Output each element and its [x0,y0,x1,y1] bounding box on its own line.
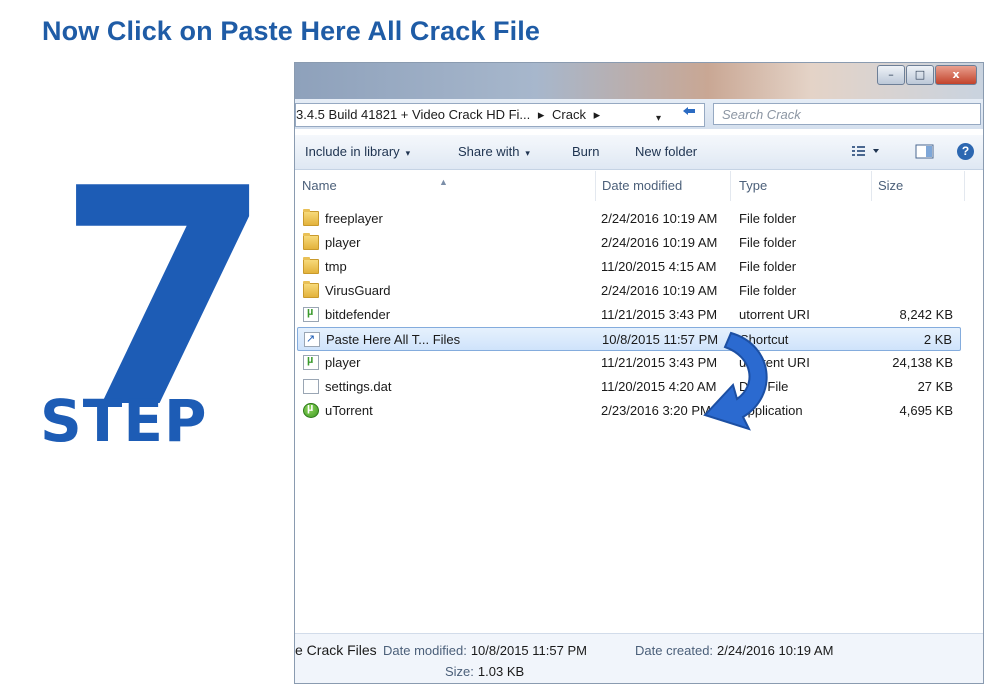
column-date-label: Date modified [602,178,683,193]
file-date: 2/24/2016 10:19 AM [601,211,718,226]
include-in-library-button[interactable]: Include in library ▾ [305,135,410,169]
size-label: Size: [445,664,474,679]
date-created-value: 2/24/2016 10:19 AM [717,643,834,658]
file-size: 27 KB [917,379,953,394]
file-name: player [325,235,361,250]
size-info: Size: 1.03 KB [445,664,524,679]
column-size[interactable]: Size [872,171,965,201]
minimize-button[interactable]: – [877,65,905,85]
file-row[interactable]: player 11/21/2015 3:43 PM utorrent URI 2… [297,351,961,375]
address-bar[interactable]: 3.4.5 Build 41821 + Video Crack HD Fi...… [295,103,705,127]
new-folder-button[interactable]: New folder [635,135,697,169]
file-name: bitdefender [325,307,391,322]
column-size-label: Size [878,178,904,193]
include-in-library-label: Include in library [305,144,400,159]
file-date: 11/20/2015 4:15 AM [601,259,717,274]
file-row[interactable]: freeplayer 2/24/2016 10:19 AM File folde… [297,207,961,231]
sort-up-icon: ▲ [439,177,448,187]
close-button[interactable]: x [935,65,977,85]
file-name: VirusGuard [325,283,391,298]
chevron-down-icon: ▾ [405,148,411,158]
share-with-button[interactable]: Share with ▾ [458,135,530,169]
file-row-selected[interactable]: Paste Here All T... Files 10/8/2015 11:5… [297,327,961,351]
step-label: STEP [40,387,208,455]
window-controls: – □ x [876,65,977,85]
utorrent-app-icon [303,402,319,418]
breadcrumb-separator-icon[interactable]: ▸ [594,107,601,122]
utorrent-uri-icon [303,354,319,370]
file-name: tmp [325,259,347,274]
selected-item-name: e Crack Files [295,642,377,658]
details-pane: e Crack Files Date modified: 10/8/2015 11… [295,633,983,683]
file-size: 2 KB [923,332,952,347]
maximize-button[interactable]: □ [906,65,934,85]
column-name-label: Name [302,178,337,193]
file-name: settings.dat [325,379,392,394]
preview-pane-icon[interactable] [915,144,935,163]
chevron-down-icon: ▾ [525,148,530,158]
file-date: 2/24/2016 10:19 AM [601,235,718,250]
folder-icon [303,257,319,274]
help-icon[interactable]: ? [957,143,974,160]
file-type: File folder [739,283,797,298]
file-row[interactable]: player 2/24/2016 10:19 AM File folder [297,231,961,255]
date-modified-info: Date modified: 10/8/2015 11:57 PM [383,643,587,658]
share-with-label: Share with [458,144,520,159]
folder-icon [303,281,319,298]
folder-icon [303,233,319,250]
change-view-icon[interactable] [851,144,881,161]
page-heading: Now Click on Paste Here All Crack File [42,16,540,46]
file-size: 8,242 KB [899,307,954,322]
file-size: 24,138 KB [892,355,953,370]
date-created-info: Date created: 2/24/2016 10:19 AM [635,643,833,658]
file-row[interactable]: uTorrent 2/23/2016 3:20 PM Application 4… [297,399,961,423]
file-row[interactable]: tmp 11/20/2015 4:15 AM File folder [297,255,961,279]
address-row: 3.4.5 Build 41821 + Video Crack HD Fi...… [295,99,983,129]
file-name: uTorrent [325,403,373,418]
file-type: utorrent URI [739,307,810,322]
file-row[interactable]: settings.dat 11/20/2015 4:20 AM DAT File… [297,375,961,399]
file-name: player [325,355,361,370]
column-date-modified[interactable]: Date modified [596,171,731,201]
burn-button[interactable]: Burn [572,135,599,169]
refresh-icon[interactable] [677,104,701,124]
breadcrumb-crack[interactable]: Crack [552,107,586,122]
file-row[interactable]: bitdefender 11/21/2015 3:43 PM utorrent … [297,303,961,327]
explorer-window: – □ x 3.4.5 Build 41821 + Video Crack HD… [294,62,984,684]
date-modified-value: 10/8/2015 11:57 PM [470,643,587,658]
file-date: 2/24/2016 10:19 AM [601,283,718,298]
column-name[interactable]: Name ▲ [295,171,596,201]
file-name: freeplayer [325,211,383,226]
column-type-label: Type [739,178,768,193]
title-bar: – □ x [295,63,983,99]
utorrent-uri-icon [303,306,319,322]
breadcrumb-parent[interactable]: 3.4.5 Build 41821 + Video Crack HD Fi... [296,107,530,122]
file-type: File folder [739,235,797,250]
size-value: 1.03 KB [477,664,525,679]
folder-icon [303,209,319,226]
file-type: File folder [739,211,797,226]
file-type: File folder [739,259,797,274]
address-dropdown-icon[interactable]: ▾ [656,108,661,126]
curved-arrow-icon [703,331,768,431]
file-date: 11/21/2015 3:43 PM [601,307,718,322]
column-type[interactable]: Type [731,171,872,201]
search-input[interactable]: Search Crack [713,103,981,125]
file-icon [303,379,319,394]
date-created-label: Date created: [635,643,714,658]
command-bar: Include in library ▾ Share with ▾ Burn New… [295,135,983,170]
file-row[interactable]: VirusGuard 2/24/2016 10:19 AM File folde… [297,279,961,303]
shortcut-icon [304,332,320,347]
file-size: 4,695 KB [899,403,954,418]
breadcrumb-separator-icon[interactable]: ▸ [538,107,545,122]
date-modified-label: Date modified: [383,643,467,658]
file-name: Paste Here All T... Files [326,332,461,347]
column-header: Name ▲ Date modified Type Size [295,171,983,201]
